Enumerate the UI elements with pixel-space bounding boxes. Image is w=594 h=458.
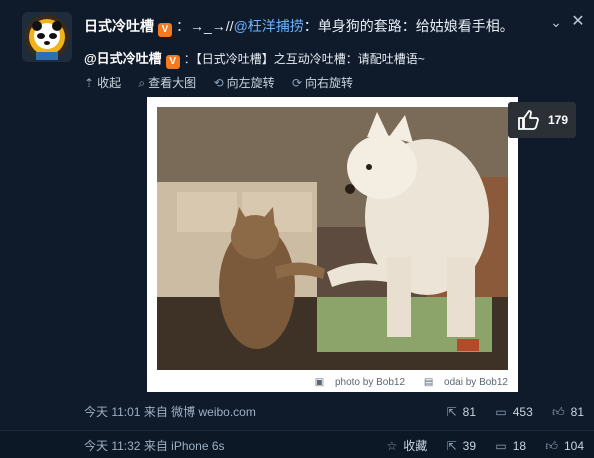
post-text: ：单身狗的套路：给姑娘看手相。 [303,18,514,34]
forward-like-count: 81 [570,405,584,419]
forward-meta: 今天 11:01 来自 微博 weibo.com [84,404,256,420]
close-icon[interactable]: ✕ [570,14,586,30]
rotate-right-label: 向右旋转 [305,76,354,90]
like-count: 179 [548,113,569,127]
post-meta: 今天 11:32 来自 iPhone 6s [84,438,225,454]
repost-arrows: →_→// [190,18,234,34]
photo-credit: ▣ photo by Bob12 [307,377,405,388]
verified-badge-icon: V [158,23,172,37]
rotate-left-button[interactable]: ⟲ 向左旋转 [214,74,275,92]
view-large-button[interactable]: ⌕ 查看大图 [138,74,196,92]
photo-frame: ▣ photo by Bob12 ▤ odai by Bob12 [147,97,518,392]
forward-repost-button[interactable]: ⇱ 81 [447,404,476,420]
photo-credits: ▣ photo by Bob12 ▤ odai by Bob12 [299,377,508,388]
thumbs-up-icon: 👍︎ [552,405,565,419]
forward-author[interactable]: @日式冷吐槽 [84,51,162,66]
avatar[interactable] [22,12,72,62]
favorite-label: 收藏 [403,439,428,453]
post-header: 日式冷吐槽 V ：→_→//@枉洋捕捞：单身狗的套路：给姑娘看手相。 [84,16,514,37]
repost-icon: ⇱ [446,405,457,419]
rotate-right-icon: ⟳ [291,76,302,90]
post-separator: ： [176,18,190,34]
post-repost-count: 39 [462,439,477,453]
post-like-button[interactable]: 👍︎ 104 [545,438,584,454]
repost-icon: ⇱ [446,439,457,453]
forward-time[interactable]: 今天 11:01 [84,405,140,419]
forward-separator: ： [183,52,196,66]
chevron-down-icon[interactable]: ⌄ [548,14,564,30]
image-icon: ▤ [423,377,434,388]
view-large-label: 查看大图 [148,76,197,90]
post-comment-count: 18 [512,439,527,453]
like-overlay-button[interactable]: 179 [508,102,576,138]
post-photo[interactable] [157,107,508,370]
post-source[interactable]: 来自 iPhone 6s [144,439,225,453]
avatar-image [22,12,72,62]
post-repost-button[interactable]: ⇱ 39 [447,438,476,454]
forward-text: 【日式冷吐槽】之互动冷吐槽：请配吐槽语~ [195,52,425,66]
post-like-count: 104 [563,439,584,453]
post-comment-button[interactable]: ▭ 18 [495,438,526,454]
post-mention[interactable]: @枉洋捕捞 [234,18,304,34]
forward-comment-button[interactable]: ▭ 453 [495,404,532,420]
image-action-row: ⇡ 收起 ⌕ 查看大图 ⟲ 向左旋转 ⟳ 向右旋转 [84,74,367,92]
photo-credit-text: photo by Bob12 [334,377,406,388]
odai-credit-text: odai by Bob12 [444,377,508,388]
odai-credit: ▤ odai by Bob12 [416,377,508,388]
rotate-right-button[interactable]: ⟳ 向右旋转 [292,74,353,92]
post-footer: 今天 11:32 来自 iPhone 6s ☆ 收藏 ⇱ 39 ▭ 18 👍︎ 104 [0,430,594,458]
forward-header: @日式冷吐槽 V ：【日式冷吐槽】之互动冷吐槽：请配吐槽语~ [84,50,425,69]
rotate-left-label: 向左旋转 [226,76,275,90]
camera-icon: ▣ [314,377,325,388]
verified-badge-icon: V [165,55,180,69]
comment-icon: ▭ [495,439,507,453]
forward-like-button[interactable]: 👍︎ 81 [552,404,584,420]
post-time[interactable]: 今天 11:32 [84,439,140,453]
rotate-left-icon: ⟲ [213,76,224,90]
favorite-button[interactable]: ☆ 收藏 [386,438,427,454]
up-arrow-icon: ⇡ [84,76,95,90]
forward-stats: ⇱ 81 ▭ 453 👍︎ 81 [431,404,584,420]
post-stats: ☆ 收藏 ⇱ 39 ▭ 18 👍︎ 104 [370,438,584,454]
forward-repost-count: 81 [462,405,477,419]
search-icon: ⌕ [138,76,146,90]
collapse-label: 收起 [97,76,122,90]
collapse-button[interactable]: ⇡ 收起 [84,74,121,92]
cat-and-dog-photo [157,107,508,370]
star-icon: ☆ [386,439,398,453]
forward-comment-count: 453 [512,405,533,419]
thumbs-up-icon: 👍︎ [545,439,558,453]
forward-source[interactable]: 来自 微博 weibo.com [144,405,256,419]
thumbs-up-icon [518,110,539,130]
post-author[interactable]: 日式冷吐槽 [84,18,154,34]
feed-card: 日式冷吐槽 V ：→_→//@枉洋捕捞：单身狗的套路：给姑娘看手相。 ⌄ ✕ @日式… [0,0,594,430]
comment-icon: ▭ [495,405,507,419]
